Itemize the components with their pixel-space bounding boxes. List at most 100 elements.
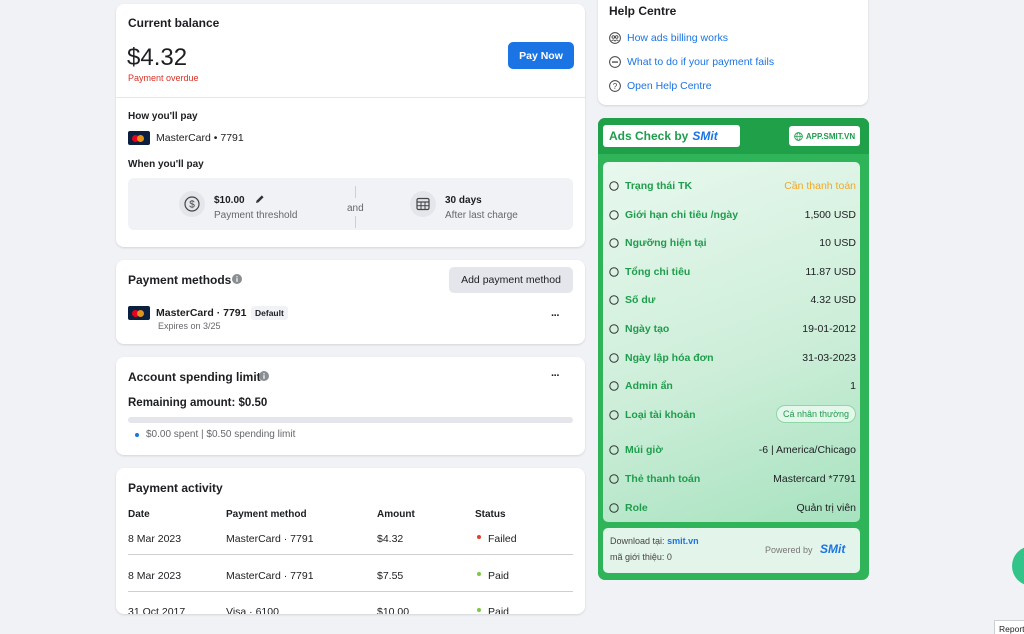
calendar-icon <box>410 191 436 217</box>
smit-row-label: Giới hạn chi tiêu /ngày <box>625 209 739 221</box>
add-payment-method-button[interactable]: Add payment method <box>449 267 573 293</box>
floating-chat-button[interactable] <box>1012 546 1024 586</box>
powered-by-label: Powered by <box>765 545 813 555</box>
smit-footer-logo: SMit <box>820 542 846 556</box>
row-amount: $10.00 <box>377 606 410 614</box>
smit-footer: Download tại: smit.vn mã giới thiệu: 0 P… <box>603 528 860 573</box>
svg-text:$: $ <box>189 200 195 211</box>
smit-site-label: APP.SMIT.VN <box>805 131 856 141</box>
info-icon[interactable] <box>232 274 242 284</box>
row-divider <box>128 554 573 555</box>
row-status: Paid <box>488 570 510 582</box>
smit-title: Ads Check by <box>609 129 689 143</box>
row-date: 8 Mar 2023 <box>128 533 182 545</box>
dollar-icon: $ <box>179 191 205 217</box>
header-payment-method: Payment method <box>226 509 307 520</box>
help-link-open-centre[interactable]: Open Help Centre <box>627 80 712 92</box>
balance-amount: $4.32 <box>127 44 188 71</box>
header-amount: Amount <box>377 509 415 520</box>
smit-row-label: Role <box>625 502 648 514</box>
billing-days-value: 30 days <box>445 195 482 206</box>
pay-now-button[interactable]: Pay Now <box>508 42 574 69</box>
smit-row-value: Mastercard *7791 <box>773 473 856 485</box>
divider <box>116 97 585 98</box>
smit-row-label: Số dư <box>625 294 656 306</box>
more-options-button[interactable]: ··· <box>551 370 560 382</box>
how-you-pay-title: How you'll pay <box>128 111 198 122</box>
smit-row-value: 4.32 USD <box>810 294 856 306</box>
remaining-amount: Remaining amount: $0.50 <box>128 397 268 409</box>
help-centre-card: Help Centre How ads billing works What t… <box>598 0 868 105</box>
smit-row-label: Ngày tạo <box>625 323 670 335</box>
header-date: Date <box>128 509 150 520</box>
smit-row-value: 19-01-2012 <box>802 323 856 335</box>
smit-row-list-icon <box>609 210 619 220</box>
smit-row-slash-icon <box>609 238 619 248</box>
edit-pencil-icon[interactable] <box>255 194 265 204</box>
smit-brand-logo: SMit <box>692 129 718 143</box>
row-status: Failed <box>488 533 517 545</box>
smit-row-money-icon <box>609 295 619 305</box>
payment-methods-card: Payment methods Add payment method Maste… <box>116 260 585 344</box>
current-balance-card: Current balance $4.32 Payment overdue Pa… <box>116 4 585 247</box>
smit-site-button[interactable]: APP.SMIT.VN <box>789 126 860 146</box>
and-label: and <box>347 203 364 214</box>
divider-top <box>355 186 356 198</box>
smit-row-user-icon <box>609 503 619 513</box>
download-link[interactable]: smit.vn <box>667 536 699 546</box>
smit-row-cal-icon <box>609 353 619 363</box>
row-status: Paid <box>488 606 510 614</box>
smit-row-value: Cần thanh toán <box>784 180 856 192</box>
row-date: 8 Mar 2023 <box>128 570 182 582</box>
payment-methods-title: Payment methods <box>128 273 232 287</box>
row-method: MasterCard · 7791 <box>226 570 314 582</box>
payment-card-label: MasterCard • 7791 <box>156 132 244 144</box>
svg-text:?: ? <box>613 82 618 91</box>
smit-row-label: Múi giờ <box>625 444 663 456</box>
status-dot <box>477 572 481 576</box>
legend-dot <box>135 433 139 437</box>
smit-row-label: Admin ẩn <box>625 380 673 392</box>
row-method: Visa · 6100 <box>226 606 279 614</box>
divider-bottom <box>355 216 356 228</box>
row-amount: $4.32 <box>377 533 404 545</box>
question-circle-icon: ? <box>609 80 621 92</box>
smit-row-value: Quản trị viên <box>796 502 856 514</box>
smit-row-value: 11.87 USD <box>805 266 856 278</box>
spending-limit-title: Account spending limit <box>128 370 261 384</box>
info-icon[interactable] <box>259 371 269 381</box>
smit-row-pin-icon <box>609 445 619 455</box>
smit-row-label: Ngưỡng hiện tại <box>625 237 707 249</box>
row-method: MasterCard · 7791 <box>226 533 314 545</box>
smit-row-value: 1,500 USD <box>804 209 856 221</box>
payment-activity-card: Payment activity Date Payment method Amo… <box>116 468 585 614</box>
minus-circle-icon <box>609 56 621 68</box>
smit-row-label: Ngày lập hóa đơn <box>625 352 714 364</box>
smit-header: Ads Check by SMit APP.SMIT.VN <box>598 118 869 154</box>
smit-row-value: 1 <box>850 380 856 392</box>
smit-row-label: Trạng thái TK <box>625 180 693 192</box>
help-link-billing[interactable]: How ads billing works <box>627 32 728 44</box>
smit-row-label: Thẻ thanh toán <box>625 473 701 485</box>
report-button[interactable]: Report <box>994 620 1024 634</box>
smit-row-user-icon <box>609 410 619 420</box>
threshold-label: Payment threshold <box>214 210 298 221</box>
payment-activity-title: Payment activity <box>128 481 223 495</box>
more-options-button[interactable]: ··· <box>551 310 560 322</box>
smit-widget: Ads Check by SMit APP.SMIT.VN Trạng thái… <box>598 118 869 580</box>
referral-code: mã giới thiệu: 0 <box>610 552 672 562</box>
smit-row-list-icon <box>609 474 619 484</box>
help-link-payment-fails[interactable]: What to do if your payment fails <box>627 56 774 68</box>
globe-icon <box>794 131 803 141</box>
row-divider <box>128 591 573 592</box>
smit-row-money-icon <box>609 267 619 277</box>
balance-status: Payment overdue <box>128 73 199 83</box>
smit-row-user-icon <box>609 181 619 191</box>
smit-row-value: 10 USD <box>819 237 856 249</box>
method-card-label: MasterCard · 7791 <box>156 307 247 319</box>
row-amount: $7.55 <box>377 570 404 582</box>
help-centre-title: Help Centre <box>609 4 677 18</box>
when-you-pay-title: When you'll pay <box>128 159 204 170</box>
header-status: Status <box>475 509 506 520</box>
row-date: 31 Oct 2017 <box>128 606 186 614</box>
